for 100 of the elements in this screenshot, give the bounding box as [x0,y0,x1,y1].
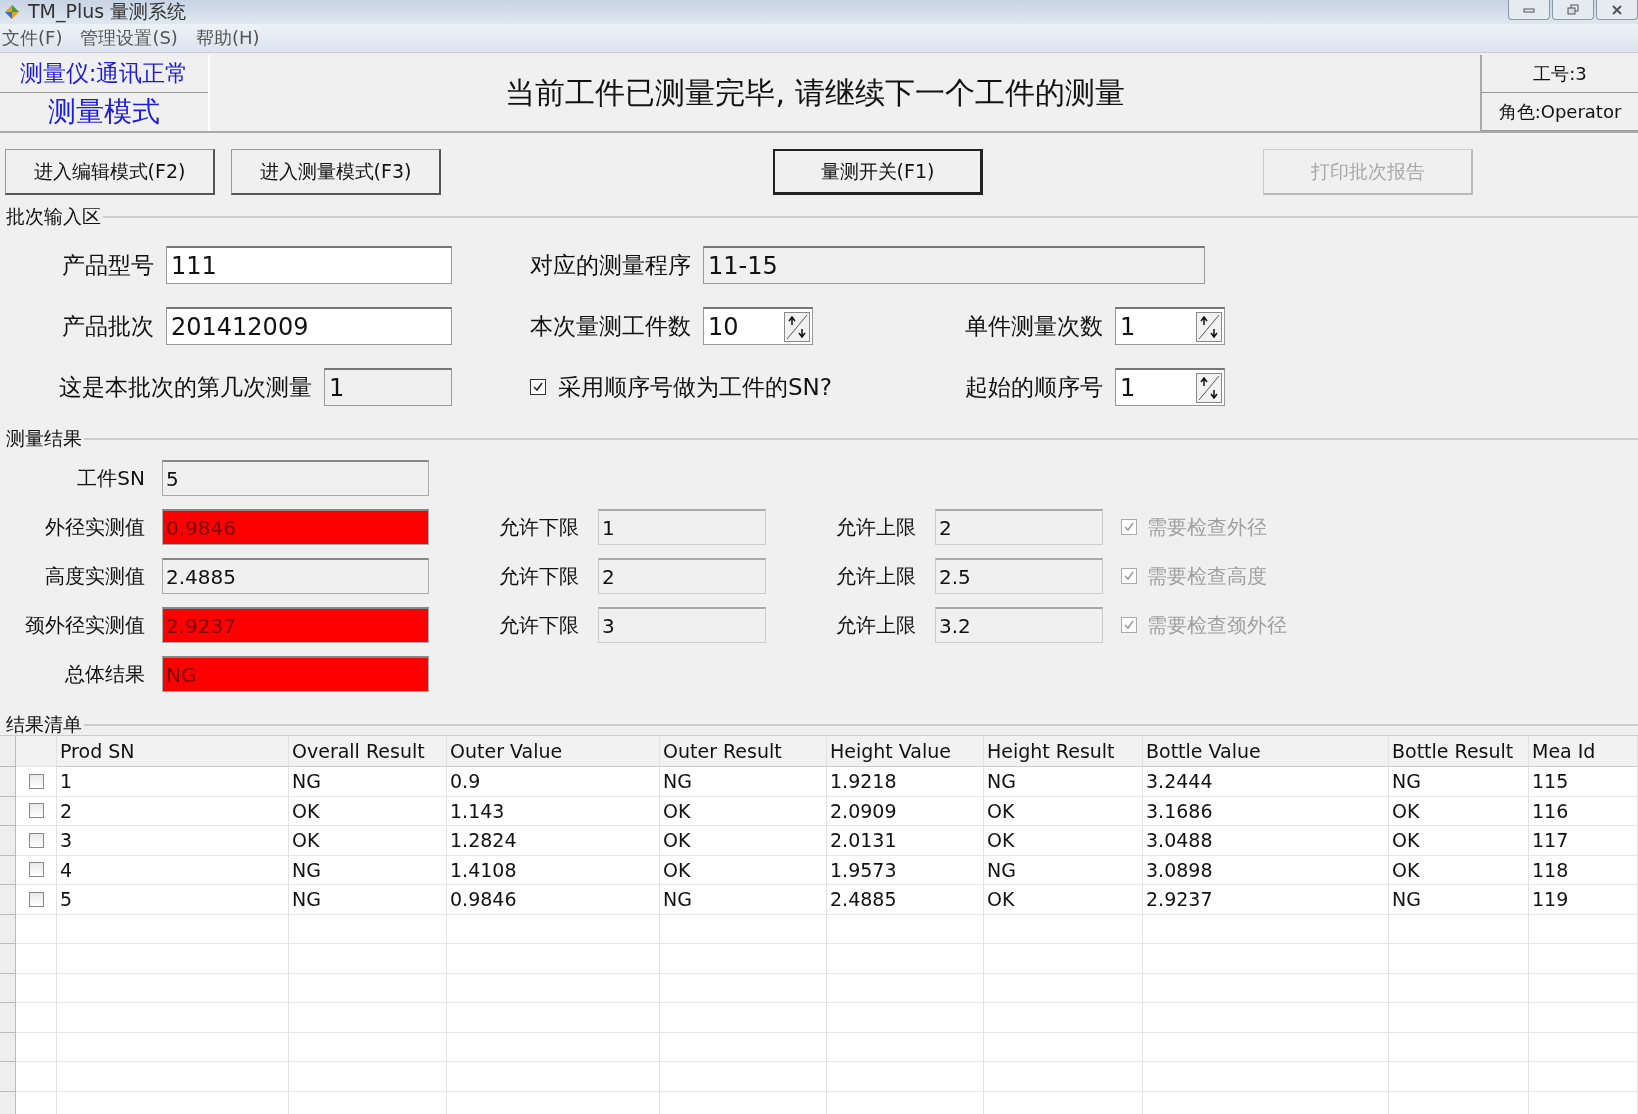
input-field[interactable]: 5 [162,460,429,496]
table-cell: OK [1389,855,1529,885]
app-icon [4,4,20,20]
column-header[interactable]: Height Result [984,736,1143,767]
input-field[interactable]: 3.2 [935,607,1103,643]
table-cell: OK [660,855,827,885]
table-cell: NG [660,885,827,915]
field-label: 起始的顺序号 [965,372,1103,402]
input-field[interactable]: 201412009 [166,307,452,345]
toolbar-button[interactable]: 进入测量模式(F3) [231,149,441,195]
input-field[interactable]: 2.5 [935,558,1103,594]
input-field[interactable]: 1 [598,509,766,545]
input-field[interactable]: 2 [935,509,1103,545]
table-cell: NG [289,767,447,797]
table-cell: NG [289,855,447,885]
column-header[interactable]: Outer Value [447,736,660,767]
column-header[interactable]: Mea Id [1529,736,1638,767]
close-button[interactable] [1596,0,1638,20]
table-cell: 118 [1529,855,1638,885]
row-header[interactable] [0,885,16,915]
table-cell: 3.1686 [1143,796,1389,826]
row-checkbox[interactable] [28,862,44,878]
table-cell: 1.2824 [447,826,660,856]
restore-icon [1566,3,1580,16]
row-header [0,1003,16,1033]
spinner-arrows-icon[interactable] [1196,311,1222,342]
restore-button[interactable] [1552,0,1594,20]
input-field[interactable]: 3 [598,607,766,643]
menu-item[interactable]: 文件(F) [2,26,63,50]
table-cell: 1.4108 [447,855,660,885]
toolbar-button[interactable]: 进入编辑模式(F2) [5,149,215,195]
field-label: 产品批次 [62,311,154,341]
column-header[interactable]: Outer Result [660,736,827,767]
status-message: 当前工件已测量完毕, 请继续下一个工件的测量 [504,73,1126,112]
table-cell: 2.4885 [827,885,984,915]
menu-item[interactable]: 管理设置(S) [80,26,178,50]
table-cell: 3 [57,826,289,856]
row-checkbox[interactable] [28,773,44,789]
role-label: 角色:Operator [1482,93,1638,131]
row-header [0,1062,16,1092]
table-cell [16,944,57,974]
column-header[interactable]: Height Value [827,736,984,767]
close-icon [1610,3,1624,16]
table-cell: 1.9573 [827,855,984,885]
input-field[interactable]: 1 [324,368,452,406]
checkbox[interactable] [530,379,546,395]
table-cell: 3.0898 [1143,855,1389,885]
field-label: 高度实测值 [44,562,145,590]
spin-field[interactable]: 1 [1115,368,1225,406]
table-cell: 1 [57,767,289,797]
row-header[interactable] [0,826,16,856]
table-cell: 2.9237 [1143,885,1389,915]
input-field[interactable]: 11-15 [703,246,1205,284]
minimize-button[interactable] [1508,0,1550,20]
row-header [0,973,16,1003]
table-cell: 1.143 [447,796,660,826]
table-cell: 116 [1529,796,1638,826]
spin-field[interactable]: 1 [1115,307,1225,345]
mode-label: 测量模式 [47,94,161,130]
table-cell: NG [984,767,1143,797]
row-checkbox[interactable] [28,803,44,819]
table-cell: OK [660,826,827,856]
input-field[interactable]: 2 [598,558,766,594]
checkbox[interactable] [1121,519,1137,535]
table-cell: OK [984,796,1143,826]
table-cell [16,1032,57,1062]
toolbar-button[interactable]: 量测开关(F1) [773,149,983,195]
column-header[interactable]: Prod SN [57,736,289,767]
spinner-arrows-icon[interactable] [1196,372,1222,403]
column-header[interactable]: Overall Result [289,736,447,767]
row-header[interactable] [0,767,16,797]
table-cell: NG [660,767,827,797]
table-cell: NG [984,855,1143,885]
menu-item[interactable]: 帮助(H) [195,26,260,50]
column-header[interactable]: Bottle Result [1389,736,1529,767]
input-field[interactable]: 111 [166,246,452,284]
spinner-arrows-icon[interactable] [784,311,810,342]
table-cell: 2.0909 [827,796,984,826]
row-header [0,1032,16,1062]
table-cell: 119 [1529,885,1638,915]
row-checkbox[interactable] [28,891,44,907]
row-header[interactable] [0,796,16,826]
table-cell: OK [289,796,447,826]
row-header[interactable] [0,855,16,885]
field-label: 允许上限 [835,562,916,590]
field-label: 这是本批次的第几次测量 [59,372,312,402]
device-status: 测量仪:通讯正常 [0,55,208,93]
spin-field[interactable]: 10 [703,307,813,345]
table-cell: 0.9 [447,767,660,797]
table-cell: OK [660,796,827,826]
checkbox[interactable] [1121,568,1137,584]
column-header[interactable]: Bottle Value [1143,736,1389,767]
table-cell: 115 [1529,767,1638,797]
checkbox-label: 需要检查高度 [1147,562,1267,590]
field-label: 允许下限 [498,611,579,639]
value-field[interactable]: 2.4885 [162,558,429,594]
table-cell: 4 [57,855,289,885]
checkbox[interactable] [1121,617,1137,633]
operator-number: 工号:3 [1482,55,1638,93]
row-checkbox[interactable] [28,832,44,848]
